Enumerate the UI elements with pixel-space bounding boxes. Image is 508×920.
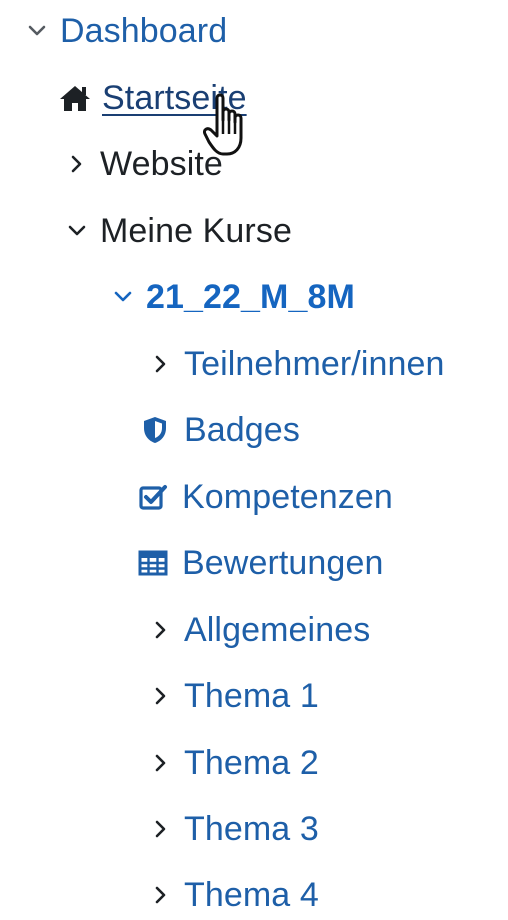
nav-item-website[interactable]: Website bbox=[62, 139, 223, 189]
nav-item-bewertungen[interactable]: Bewertungen bbox=[138, 538, 383, 588]
nav-item-label: Bewertungen bbox=[182, 544, 384, 582]
table-icon bbox=[138, 548, 168, 578]
checkbox-icon bbox=[138, 482, 168, 512]
nav-item-meine-kurse[interactable]: Meine Kurse bbox=[62, 206, 292, 256]
chevron-down-icon[interactable] bbox=[62, 216, 92, 246]
chevron-down-icon[interactable] bbox=[22, 16, 52, 46]
nav-item-course[interactable]: 21_22_M_8M bbox=[108, 272, 355, 322]
chevron-right-icon[interactable] bbox=[146, 748, 176, 778]
nav-item-badges[interactable]: Badges bbox=[140, 405, 300, 455]
hand-pointer-cursor-icon bbox=[203, 88, 263, 166]
chevron-right-icon[interactable] bbox=[146, 349, 176, 379]
nav-item-label: Thema 2 bbox=[184, 744, 319, 782]
course-navigation-tree: Dashboard Startseite Website Meine Kurse… bbox=[0, 0, 508, 914]
nav-item-dashboard[interactable]: Dashboard bbox=[22, 6, 227, 56]
chevron-right-icon[interactable] bbox=[146, 814, 176, 844]
nav-item-label: Thema 1 bbox=[184, 677, 319, 715]
chevron-right-icon[interactable] bbox=[146, 681, 176, 711]
home-icon bbox=[56, 83, 94, 113]
nav-item-label: Kompetenzen bbox=[182, 478, 393, 516]
nav-item-label: Thema 4 bbox=[184, 876, 319, 914]
nav-item-participants[interactable]: Teilnehmer/innen bbox=[146, 339, 445, 389]
nav-item-thema-2[interactable]: Thema 2 bbox=[146, 738, 319, 788]
nav-item-label: Badges bbox=[184, 411, 300, 449]
chevron-down-icon[interactable] bbox=[108, 282, 138, 312]
nav-item-thema-3[interactable]: Thema 3 bbox=[146, 804, 319, 854]
nav-item-label: Teilnehmer/innen bbox=[184, 345, 445, 383]
nav-item-label: Dashboard bbox=[60, 12, 228, 50]
nav-item-label: Meine Kurse bbox=[100, 212, 292, 250]
nav-item-label: 21_22_M_8M bbox=[146, 278, 355, 316]
chevron-right-icon[interactable] bbox=[146, 880, 176, 910]
nav-item-label: Allgemeines bbox=[184, 611, 371, 649]
nav-item-thema-4[interactable]: Thema 4 bbox=[146, 870, 319, 920]
nav-item-kompetenzen[interactable]: Kompetenzen bbox=[138, 472, 393, 522]
nav-item-allgemeines[interactable]: Allgemeines bbox=[146, 605, 370, 655]
nav-item-thema-1[interactable]: Thema 1 bbox=[146, 671, 319, 721]
chevron-right-icon[interactable] bbox=[146, 615, 176, 645]
shield-icon bbox=[140, 415, 170, 445]
nav-item-label: Thema 3 bbox=[184, 810, 319, 848]
chevron-right-icon[interactable] bbox=[62, 149, 92, 179]
